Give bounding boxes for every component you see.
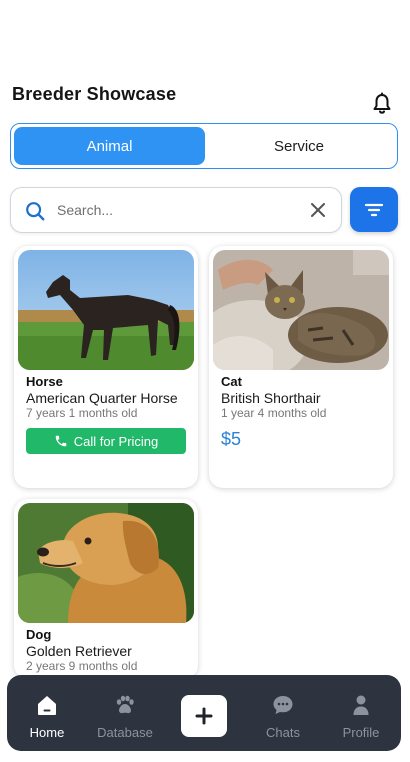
search-bar xyxy=(10,187,342,233)
listing-breed: American Quarter Horse xyxy=(26,390,178,406)
listing-photo xyxy=(213,250,389,370)
add-listing-button[interactable] xyxy=(181,695,227,737)
listing-type: Dog xyxy=(26,627,52,642)
nav-chats[interactable]: Chats xyxy=(245,675,321,751)
horse-photo xyxy=(18,250,194,370)
chat-bubble-icon xyxy=(273,696,293,714)
listing-card[interactable]: Dog Golden Retriever 2 years 9 months ol… xyxy=(14,499,198,679)
phone-icon xyxy=(55,435,66,447)
home-icon xyxy=(38,696,56,715)
filter-button[interactable] xyxy=(350,187,398,232)
listing-age: 1 year 4 months old xyxy=(221,406,327,420)
nav-database[interactable]: Database xyxy=(87,675,163,751)
nav-profile-label: Profile xyxy=(342,725,380,740)
nav-profile[interactable]: Profile xyxy=(323,675,399,751)
plus-icon xyxy=(195,707,213,725)
app-header: Breeder Showcase xyxy=(0,0,410,120)
listing-breed: British Shorthair xyxy=(221,390,321,406)
filter-icon xyxy=(364,203,384,216)
listing-type: Horse xyxy=(26,374,63,389)
search-input[interactable] xyxy=(57,197,297,223)
search-icon xyxy=(26,202,45,221)
nav-home-label: Home xyxy=(29,725,65,740)
call-for-pricing-button[interactable]: Call for Pricing xyxy=(26,428,186,454)
listing-photo xyxy=(18,250,194,370)
listing-price: $5 xyxy=(221,429,242,449)
call-for-pricing-label: Call for Pricing xyxy=(73,433,159,449)
listing-age: 7 years 1 months old xyxy=(26,406,138,420)
segment-animal[interactable]: Animal xyxy=(14,127,205,165)
page-title: Breeder Showcase xyxy=(12,84,177,104)
dog-photo xyxy=(18,503,194,623)
listing-type: Cat xyxy=(221,374,242,389)
nav-chats-label: Chats xyxy=(266,725,300,740)
bottom-navigation: Home Database Chats Profile xyxy=(7,675,401,751)
segment-service[interactable]: Service xyxy=(205,127,393,165)
clear-search-icon[interactable] xyxy=(309,201,327,219)
nav-home[interactable]: Home xyxy=(9,675,85,751)
bell-icon[interactable] xyxy=(370,92,394,116)
listing-age: 2 years 9 months old xyxy=(26,659,138,673)
category-segmented-control: Animal Service xyxy=(10,123,398,169)
person-icon xyxy=(353,695,369,715)
listing-card[interactable]: Horse American Quarter Horse 7 years 1 m… xyxy=(14,246,198,488)
listing-breed: Golden Retriever xyxy=(26,643,132,659)
listing-card[interactable]: Cat British Shorthair 1 year 4 months ol… xyxy=(209,246,393,488)
nav-database-label: Database xyxy=(97,725,153,740)
listing-photo xyxy=(18,503,194,623)
paw-icon xyxy=(116,695,134,714)
cat-photo xyxy=(213,250,389,370)
